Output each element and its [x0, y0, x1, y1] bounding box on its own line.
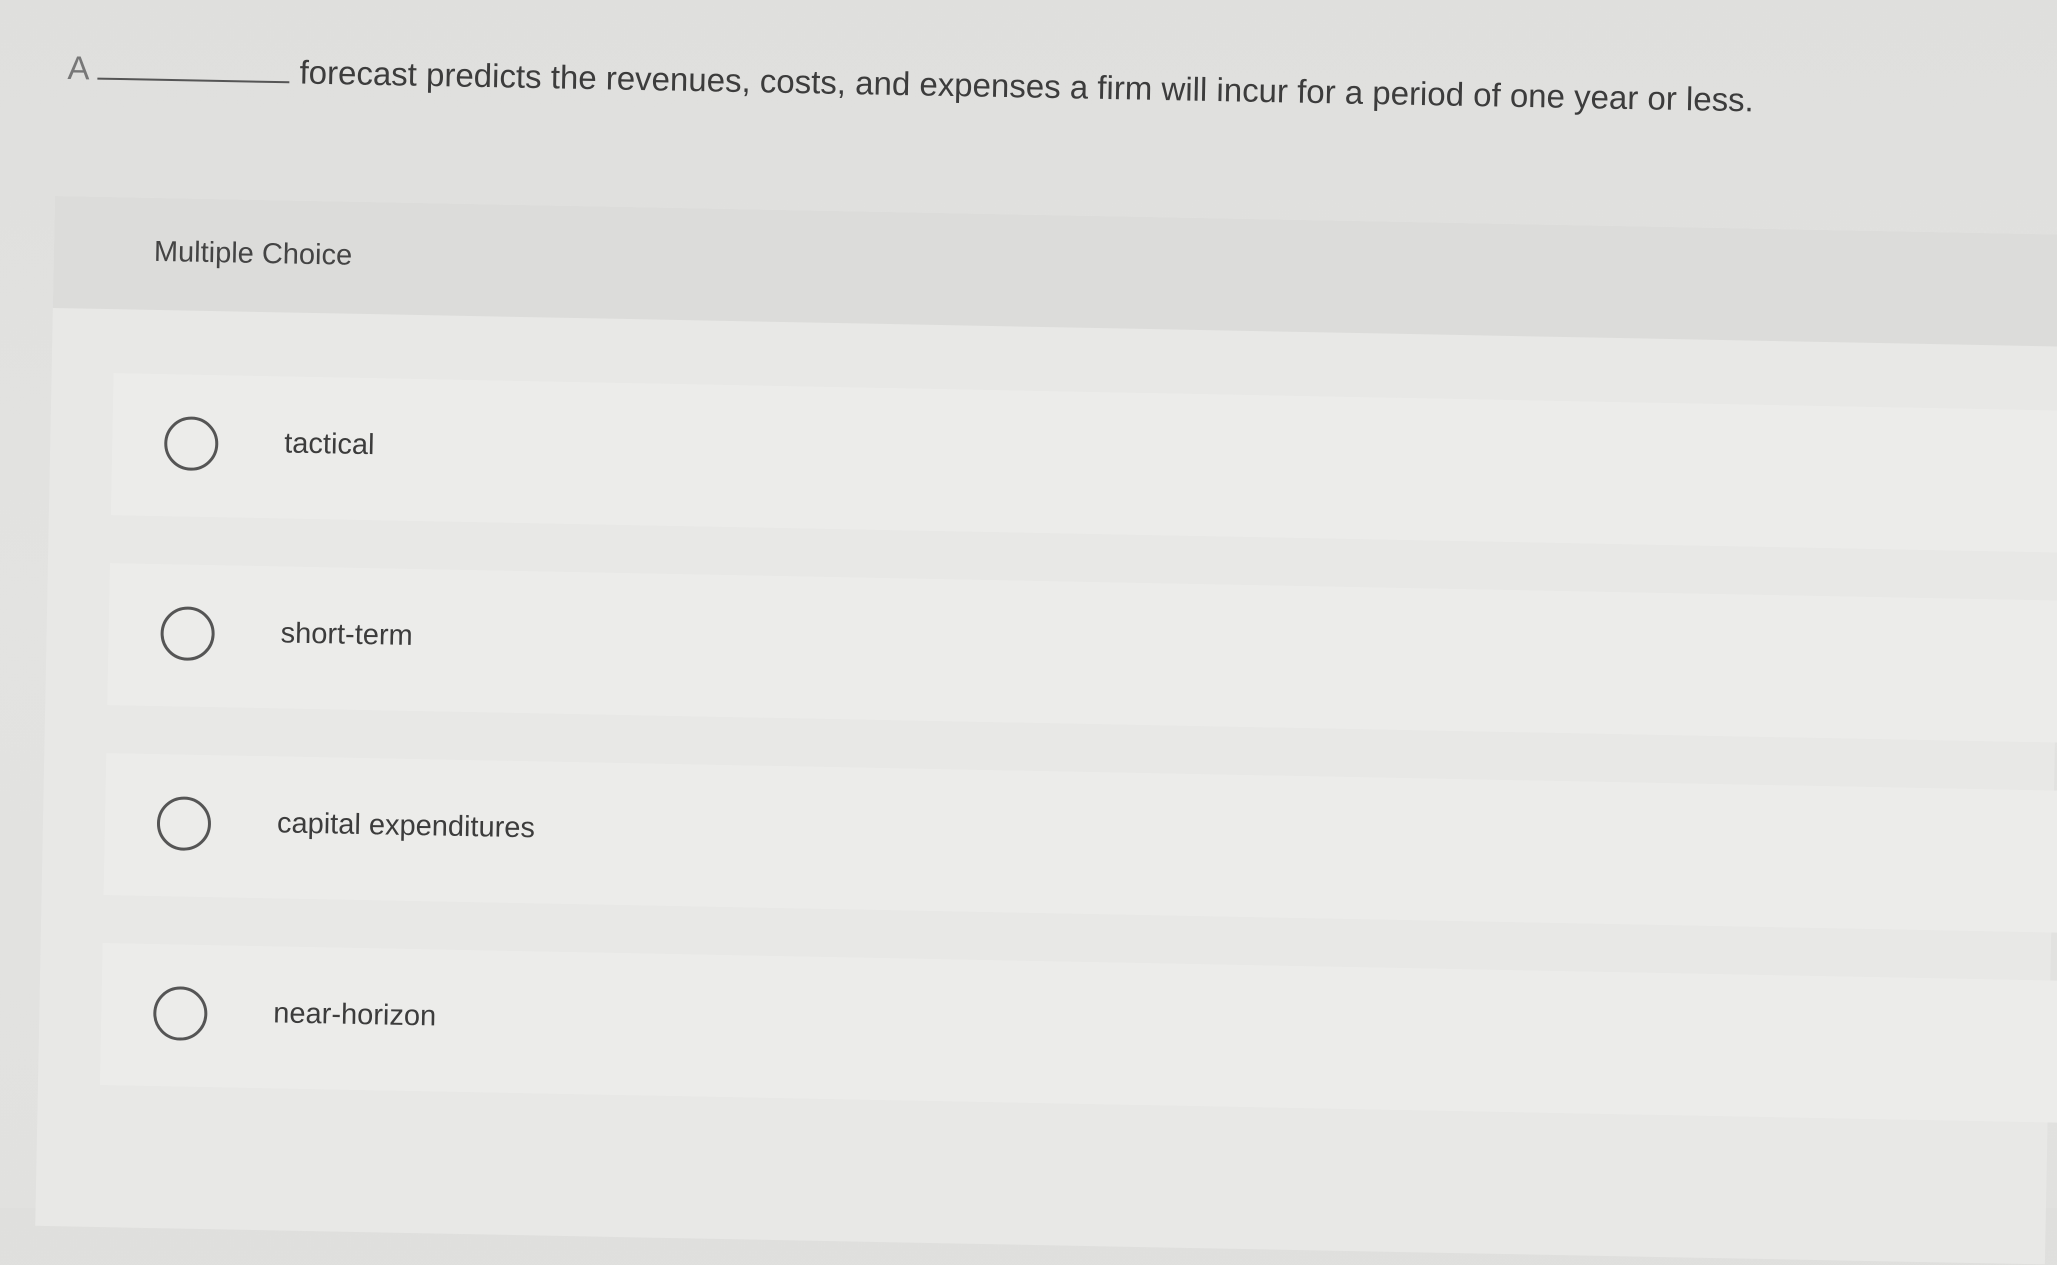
question-text: forecast predicts the revenues, costs, a…	[299, 53, 1755, 119]
option-label: short-term	[280, 617, 414, 652]
option-tactical[interactable]: tactical	[110, 373, 2057, 554]
multiple-choice-header: Multiple Choice	[52, 196, 2057, 347]
radio-button-icon[interactable]	[156, 796, 212, 852]
option-label: capital expenditures	[276, 807, 536, 845]
option-near-horizon[interactable]: near-horizon	[99, 943, 2057, 1124]
option-short-term[interactable]: short-term	[107, 563, 2057, 744]
radio-button-icon[interactable]	[163, 416, 219, 472]
radio-button-icon[interactable]	[160, 606, 216, 662]
question-article: A	[67, 48, 90, 87]
question-stem: Aforecast predicts the revenues, costs, …	[67, 46, 1967, 126]
radio-button-icon[interactable]	[152, 986, 208, 1042]
option-label: tactical	[283, 427, 375, 462]
option-capital-expenditures[interactable]: capital expenditures	[103, 753, 2057, 934]
multiple-choice-panel: Multiple Choice tactical short-term capi…	[35, 196, 2057, 1265]
multiple-choice-title: Multiple Choice	[153, 235, 353, 272]
answer-blank	[97, 47, 290, 84]
option-label: near-horizon	[273, 997, 437, 1033]
